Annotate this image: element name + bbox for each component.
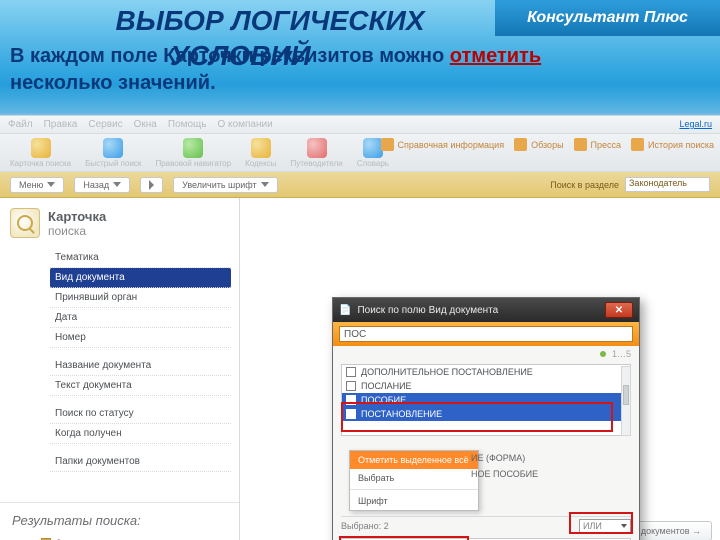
tb-card[interactable]: Карточка поиска [10,138,71,168]
toolbar-main: Карточка поиска Быстрый поиск Правовой н… [0,134,720,172]
tree-row-root[interactable]: Законодательство [28,536,229,540]
fld-title[interactable]: Название документа [50,356,231,376]
left-pane: Карточка поиска Тематика Вид документа П… [0,198,240,540]
legal-link[interactable]: Legal.ru [679,119,712,129]
tb-codex[interactable]: Кодексы [245,138,276,168]
btn-back[interactable]: Назад [74,177,130,193]
fld-theme[interactable]: Тематика [50,248,231,268]
fld-number[interactable]: Номер [50,328,231,348]
fields-list: Тематика Вид документа Принявший орган Д… [50,248,231,472]
fld-doctype[interactable]: Вид документа [50,268,231,288]
results-heading: Результаты поиска: [0,502,239,530]
fld-received[interactable]: Когда получен [50,424,231,444]
chip-rev[interactable]: Обзоры [514,138,563,151]
tb-quick[interactable]: Быстрый поиск [85,138,141,168]
btn-fwd[interactable] [140,177,163,193]
menu-service[interactable]: Сервис [88,119,122,130]
search-card-icon [10,208,40,238]
btn-zoom[interactable]: Увеличить шрифт [173,177,278,193]
tb-nav[interactable]: Правовой навигатор [155,138,231,168]
menu-window[interactable]: Окна [134,119,157,130]
right-pane: Найдено 5 документов Построить список до… [240,198,720,540]
chip-ref[interactable]: Справочная информация [381,138,505,151]
slide-lead: В каждом поле Карточки реквизитов можно … [10,45,710,68]
menu-file[interactable]: Файл [8,119,33,130]
chip-hist[interactable]: История поиска [631,138,714,151]
slide-lead-2: несколько значений. [10,72,216,95]
label-search-section: Поиск в разделе [550,180,619,190]
menu-help[interactable]: Помощь [168,119,207,130]
fld-status[interactable]: Поиск по статусу [50,404,231,424]
section-select[interactable]: Законодатель [625,177,710,192]
results-tree: Законодательство Правовые акты РФ (2) От… [28,536,229,540]
card-title: Карточка [48,209,106,224]
build-list-button[interactable]: Построить список документов → [553,521,712,540]
app-window: Legal.ru Файл Правка Сервис Окна Помощь … [0,115,720,540]
fld-folders[interactable]: Папки документов [50,452,231,472]
card-sub: поиска [48,224,106,238]
found-note: Найдено 5 документов [508,504,712,515]
slide-title-line1: ВЫБОР ЛОГИЧЕСКИХ [110,6,430,35]
tb-guide[interactable]: Путеводители [290,138,342,168]
btn-menu[interactable]: Меню [10,177,64,193]
fld-text[interactable]: Текст документа [50,376,231,396]
fld-date[interactable]: Дата [50,308,231,328]
chip-press[interactable]: Пресса [574,138,622,151]
fld-organ[interactable]: Принявший орган [50,288,231,308]
menu-edit[interactable]: Правка [44,119,78,130]
toolbar-nav: Меню Назад Увеличить шрифт Поиск в разде… [0,172,720,198]
menubar: Файл Правка Сервис Окна Помощь О компани… [0,116,720,134]
menu-about[interactable]: О компании [218,119,273,130]
brand-badge: Консультант Плюс [495,0,720,36]
